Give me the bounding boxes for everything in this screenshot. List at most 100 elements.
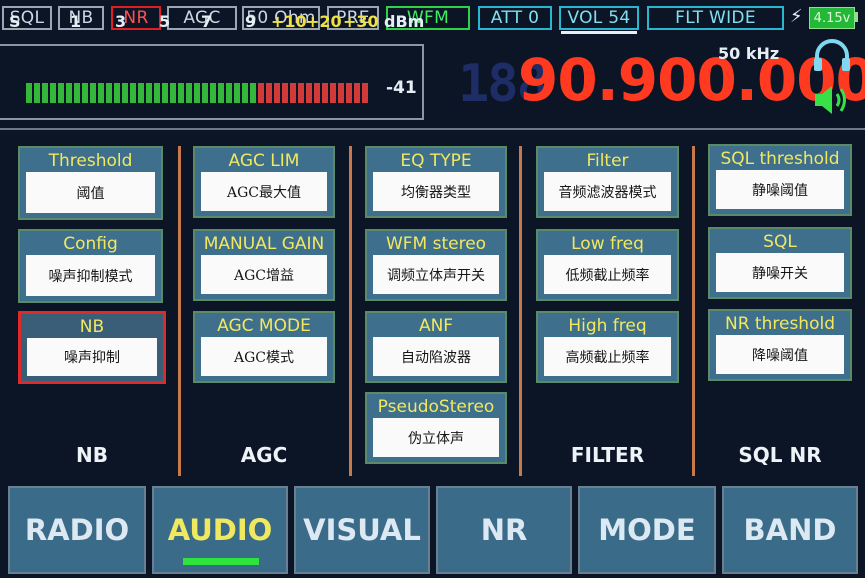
- threshold-setting[interactable]: Threshold 阈值: [18, 146, 163, 220]
- headphones-icon[interactable]: [812, 36, 852, 74]
- signal-segment: [66, 83, 72, 103]
- setting-value: 自动陷波器: [373, 337, 499, 376]
- signal-segment: [298, 83, 304, 103]
- tab-mode[interactable]: MODE: [578, 486, 716, 574]
- signal-segment: [210, 83, 216, 103]
- battery-voltage: 4.15v: [813, 10, 851, 26]
- signal-segment: [154, 83, 160, 103]
- signal-segment: [82, 83, 88, 103]
- signal-segment: [226, 83, 232, 103]
- sql-setting[interactable]: SQL 静噪开关: [708, 227, 852, 299]
- setting-value: 噪声抑制: [27, 338, 157, 376]
- speaker-icon[interactable]: [812, 82, 852, 118]
- vol-selected-indicator: [561, 31, 637, 34]
- signal-segment: [34, 83, 40, 103]
- setting-title: Low freq: [571, 234, 644, 254]
- column-divider: [692, 146, 695, 476]
- group-label-filter: FILTER: [570, 443, 645, 467]
- scale-5: 5: [159, 12, 171, 31]
- signal-segment: [122, 83, 128, 103]
- nr-threshold-setting[interactable]: NR threshold 降噪阈值: [708, 309, 852, 381]
- setting-title: NB: [79, 317, 105, 337]
- filter-setting[interactable]: Filter 音频滤波器模式: [536, 146, 679, 218]
- scale-plus30: +30: [343, 12, 379, 31]
- vol-button[interactable]: VOL 54: [559, 6, 639, 30]
- signal-segment: [162, 83, 168, 103]
- tab-visual[interactable]: VISUAL: [294, 486, 430, 574]
- setting-title: High freq: [568, 316, 647, 336]
- high-freq-setting[interactable]: High freq 高频截止频率: [536, 311, 679, 383]
- dbm-reading: -41: [386, 78, 417, 98]
- scale-1: 1: [70, 12, 82, 31]
- header-divider: [0, 128, 865, 130]
- group-label-nb: NB: [76, 443, 108, 467]
- signal-segment: [306, 83, 312, 103]
- signal-segment: [314, 83, 320, 103]
- scale-3: 3: [115, 12, 127, 31]
- setting-value: 降噪阈值: [716, 335, 844, 374]
- agc-lim-setting[interactable]: AGC LIM AGC最大值: [193, 146, 335, 218]
- signal-segment: [346, 83, 352, 103]
- signal-segment: [50, 83, 56, 103]
- signal-segment: [330, 83, 336, 103]
- setting-value: 静噪阈值: [716, 170, 844, 209]
- signal-segment: [170, 83, 176, 103]
- s-meter-label: S: [9, 12, 21, 31]
- signal-segment: [42, 83, 48, 103]
- tab-band[interactable]: BAND: [722, 486, 858, 574]
- signal-segment: [138, 83, 144, 103]
- tab-radio[interactable]: RADIO: [8, 486, 146, 574]
- signal-segment: [274, 83, 280, 103]
- filter-width-button[interactable]: FLT WIDE: [647, 6, 784, 30]
- signal-segment: [194, 83, 200, 103]
- group-label-agc: AGC: [240, 443, 288, 467]
- column-divider: [178, 146, 181, 476]
- low-freq-setting[interactable]: Low freq 低频截止频率: [536, 229, 679, 301]
- agc-mode-setting[interactable]: AGC MODE AGC模式: [193, 311, 335, 383]
- setting-title: NR threshold: [725, 314, 835, 334]
- signal-segment: [26, 83, 32, 103]
- tab-nr[interactable]: NR: [436, 486, 572, 574]
- setting-title: AGC MODE: [217, 316, 311, 336]
- signal-bar: [26, 83, 368, 103]
- setting-value: 高频截止频率: [544, 337, 671, 376]
- pseudo-stereo-setting[interactable]: PseudoStereo 伪立体声: [365, 392, 507, 464]
- signal-segment: [362, 83, 368, 103]
- tuning-step[interactable]: 50 kHz: [718, 44, 779, 63]
- anf-setting[interactable]: ANF 自动陷波器: [365, 311, 507, 383]
- signal-segment: [178, 83, 184, 103]
- active-tab-indicator: [183, 558, 259, 565]
- signal-segment: [146, 83, 152, 103]
- wfm-stereo-setting[interactable]: WFM stereo 调频立体声开关: [365, 229, 507, 301]
- column-divider: [519, 146, 522, 476]
- setting-value: 伪立体声: [373, 418, 499, 457]
- scale-9: 9: [245, 12, 257, 31]
- battery-icon: 4.15v: [809, 7, 855, 29]
- manual-gain-setting[interactable]: MANUAL GAIN AGC增益: [193, 229, 335, 301]
- sql-threshold-setting[interactable]: SQL threshold 静噪阈值: [708, 144, 852, 216]
- signal-segment: [338, 83, 344, 103]
- setting-value: 均衡器类型: [373, 172, 499, 211]
- setting-title: EQ TYPE: [400, 151, 472, 171]
- signal-segment: [106, 83, 112, 103]
- signal-segment: [218, 83, 224, 103]
- lightning-icon: ⚡: [790, 6, 803, 27]
- scale-7: 7: [201, 12, 213, 31]
- signal-segment: [354, 83, 360, 103]
- signal-segment: [234, 83, 240, 103]
- signal-segment: [58, 83, 64, 103]
- setting-title: PseudoStereo: [377, 397, 495, 417]
- setting-value: AGC增益: [201, 255, 327, 294]
- nb-setting[interactable]: NB 噪声抑制: [18, 311, 166, 384]
- setting-title: AGC LIM: [228, 151, 300, 171]
- signal-segment: [322, 83, 328, 103]
- setting-title: SQL: [763, 232, 797, 252]
- eq-type-setting[interactable]: EQ TYPE 均衡器类型: [365, 146, 507, 218]
- setting-value: 阈值: [26, 172, 155, 213]
- att-button[interactable]: ATT 0: [478, 6, 552, 30]
- signal-segment: [290, 83, 296, 103]
- scale-plus20: +20: [306, 12, 342, 31]
- signal-segment: [282, 83, 288, 103]
- config-setting[interactable]: Config 噪声抑制模式: [18, 229, 163, 303]
- setting-value: 音频滤波器模式: [544, 172, 671, 211]
